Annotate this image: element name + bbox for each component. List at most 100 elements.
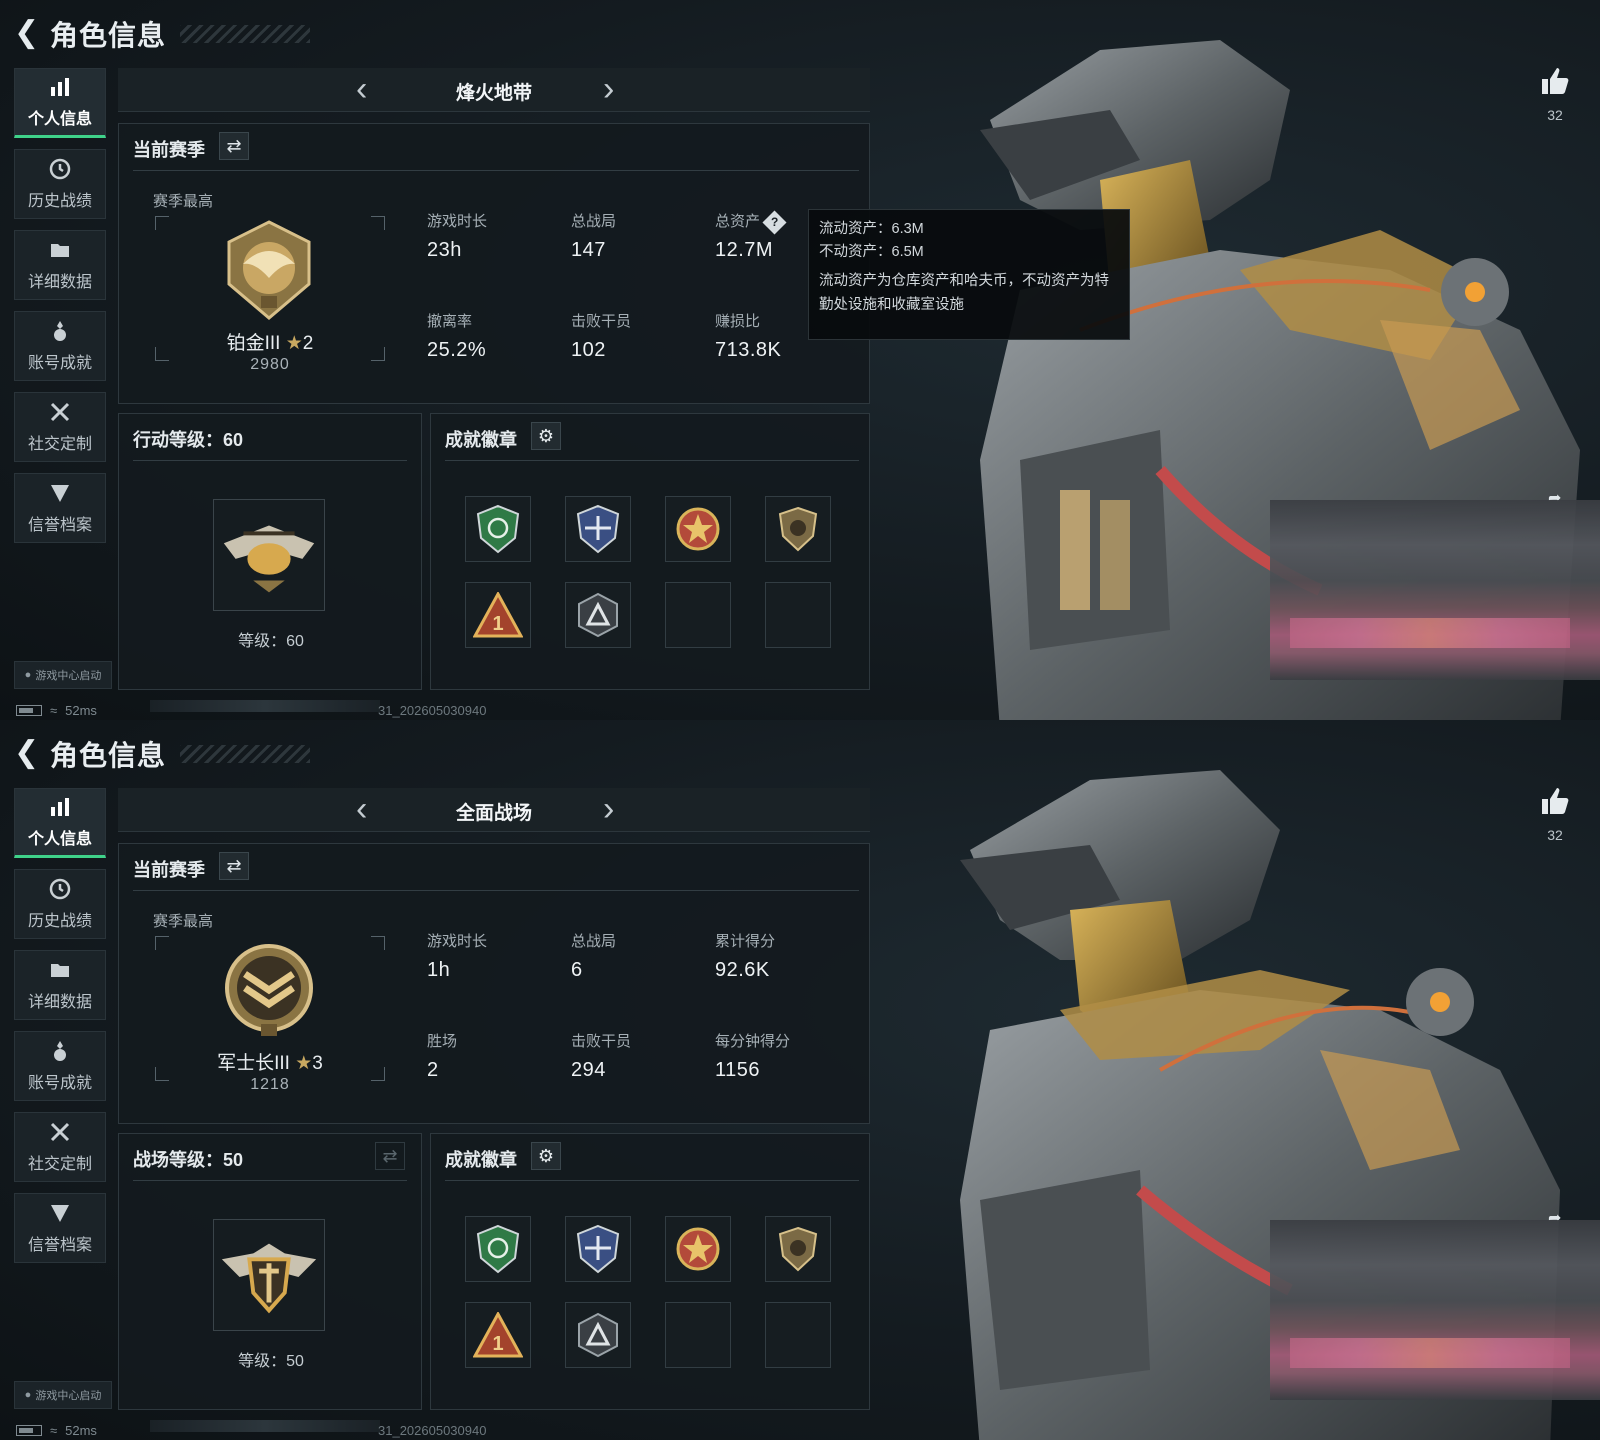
sidebar-item-personal-info[interactable]: 个人信息 bbox=[14, 788, 106, 858]
character-info-screen-battlefield: ❮ 角色信息 个人信息 历史战绩 详细数据 账号成就 社交定制 信誉档案 ● 游… bbox=[0, 720, 1600, 1440]
badge-red-triangle[interactable]: 1 bbox=[465, 1302, 531, 1368]
sidebar: 个人信息 历史战绩 详细数据 账号成就 社交定制 信誉档案 bbox=[14, 788, 106, 1274]
badge-red-star[interactable] bbox=[665, 496, 731, 562]
wifi-icon: ≈ bbox=[50, 1423, 58, 1438]
mode-title: 烽火地带 bbox=[455, 83, 532, 104]
stat-operators-defeated: 击败干员 294 bbox=[571, 1033, 632, 1081]
helicopter-level-icon bbox=[213, 499, 325, 611]
build-info-bar bbox=[150, 1420, 380, 1432]
thumbs-up-icon[interactable] bbox=[1538, 64, 1572, 98]
build-id: 31_202605030940 bbox=[378, 1423, 487, 1438]
badge-green-shield[interactable] bbox=[465, 496, 531, 562]
badge-empty-slot[interactable] bbox=[765, 582, 831, 648]
rank-name: 军士长III ★3 bbox=[217, 1053, 323, 1074]
gear-icon[interactable]: ⚙ bbox=[531, 422, 561, 450]
mode-switcher: ‹ 烽火地带 › bbox=[118, 68, 870, 112]
divider bbox=[133, 170, 859, 171]
sidebar-item-personal-info[interactable]: 个人信息 bbox=[14, 68, 106, 138]
gear-icon[interactable]: ⚙ bbox=[531, 1142, 561, 1170]
winged-shield-level-icon bbox=[213, 1219, 325, 1331]
sidebar: 个人信息 历史战绩 详细数据 账号成就 社交定制 信誉档案 bbox=[14, 68, 106, 554]
status-bar: ≈ 52ms bbox=[16, 703, 97, 718]
mode-switcher: ‹ 全面战场 › bbox=[118, 788, 870, 832]
game-center-launch-button[interactable]: ● 游戏中心启动 bbox=[14, 661, 112, 689]
sidebar-item-label: 社交定制 bbox=[27, 1156, 92, 1173]
badge-bronze-shield[interactable] bbox=[765, 496, 831, 562]
back-arrow-icon[interactable]: ❮ bbox=[14, 18, 40, 48]
sidebar-item-history[interactable]: 历史战绩 bbox=[14, 869, 106, 939]
badge-red-star[interactable] bbox=[665, 1216, 731, 1282]
page-header: ❮ 角色信息 bbox=[14, 734, 311, 774]
badge-empty-slot[interactable] bbox=[765, 1302, 831, 1368]
back-arrow-icon[interactable]: ❮ bbox=[14, 738, 40, 768]
tools-icon bbox=[50, 1122, 70, 1142]
like-count: 32 bbox=[1547, 107, 1563, 123]
assets-tooltip: 流动资产：6.3M 不动资产：6.5M 流动资产为仓库资产和哈夫币，不动资产为特… bbox=[808, 209, 1130, 340]
sidebar-item-label: 个人信息 bbox=[27, 111, 92, 128]
sidebar-item-label: 详细数据 bbox=[27, 274, 92, 291]
season-title: 当前赛季 bbox=[133, 140, 205, 160]
badge-red-triangle[interactable]: 1 bbox=[465, 582, 531, 648]
game-center-label: 游戏中心启动 bbox=[35, 1390, 102, 1402]
page-title: 角色信息 bbox=[50, 740, 167, 771]
badge-empty-slot[interactable] bbox=[665, 1302, 731, 1368]
level-title: 行动等级：60 bbox=[133, 430, 244, 450]
star-icon: ★ bbox=[295, 1053, 313, 1074]
badge-green-shield[interactable] bbox=[465, 1216, 531, 1282]
star-icon: ★ bbox=[285, 333, 303, 354]
stat-total-matches: 总战局 147 bbox=[571, 213, 617, 261]
sidebar-item-detail-data[interactable]: 详细数据 bbox=[14, 950, 106, 1020]
sergeant-chevron-rank-icon bbox=[225, 944, 313, 1036]
medal-icon bbox=[54, 321, 66, 341]
folder-icon bbox=[51, 244, 69, 257]
like-count: 32 bbox=[1547, 827, 1563, 843]
sidebar-item-credit-record[interactable]: 信誉档案 bbox=[14, 1193, 106, 1263]
divider bbox=[133, 890, 859, 891]
sidebar-item-detail-data[interactable]: 详细数据 bbox=[14, 230, 106, 300]
rank-box: 铂金III ★2 2980 bbox=[155, 216, 385, 373]
rank-box: 军士长III ★3 1218 bbox=[155, 936, 385, 1093]
build-info-bar bbox=[150, 700, 380, 712]
bar-chart-icon bbox=[51, 78, 69, 96]
sidebar-item-label: 社交定制 bbox=[27, 436, 92, 453]
season-panel: 当前赛季 ⇄ 赛季最高 铂金III ★2 2980 游戏时长 23h 总战局 147… bbox=[118, 123, 870, 404]
svg-text:1: 1 bbox=[492, 1333, 503, 1355]
liquid-assets-line: 流动资产：6.3M bbox=[819, 221, 924, 237]
sidebar-item-label: 历史战绩 bbox=[27, 193, 92, 210]
sidebar-item-label: 历史战绩 bbox=[27, 913, 92, 930]
badge-empty-slot[interactable] bbox=[665, 582, 731, 648]
level-title: 战场等级：50 bbox=[133, 1150, 244, 1170]
sidebar-item-social-custom[interactable]: 社交定制 bbox=[14, 392, 106, 462]
history-clock-icon bbox=[49, 158, 71, 180]
badge-blue-wings[interactable] bbox=[565, 1216, 631, 1282]
badge-bronze-shield[interactable] bbox=[765, 1216, 831, 1282]
badge-dark-triangle[interactable] bbox=[565, 582, 631, 648]
next-mode-arrow-icon[interactable]: › bbox=[603, 792, 614, 826]
game-center-launch-button[interactable]: ● 游戏中心启动 bbox=[14, 1381, 112, 1409]
svg-text:1: 1 bbox=[492, 613, 503, 635]
blurred-overlay bbox=[1270, 1220, 1600, 1400]
thumbs-up-icon[interactable] bbox=[1538, 784, 1572, 818]
next-mode-arrow-icon[interactable]: › bbox=[603, 72, 614, 106]
stat-total-score: 累计得分 92.6K bbox=[715, 933, 776, 981]
swap-level-icon[interactable]: ⇄ bbox=[375, 1142, 405, 1170]
sidebar-item-label: 信誉档案 bbox=[27, 517, 92, 534]
badge-dark-triangle[interactable] bbox=[565, 1302, 631, 1368]
swap-season-button[interactable]: ⇄ bbox=[219, 852, 249, 880]
sidebar-item-achievements[interactable]: 账号成就 bbox=[14, 1031, 106, 1101]
help-question-icon[interactable]: ? bbox=[762, 210, 787, 235]
sidebar-item-history[interactable]: 历史战绩 bbox=[14, 149, 106, 219]
sidebar-item-achievements[interactable]: 账号成就 bbox=[14, 311, 106, 381]
platinum-eagle-rank-icon bbox=[227, 220, 311, 320]
rank-name: 铂金III ★2 bbox=[226, 333, 314, 354]
badge-blue-wings[interactable] bbox=[565, 496, 631, 562]
stat-play-time: 游戏时长 1h bbox=[427, 933, 488, 981]
history-clock-icon bbox=[49, 878, 71, 900]
stat-extraction-rate: 撤离率 25.2% bbox=[427, 313, 487, 361]
sidebar-item-social-custom[interactable]: 社交定制 bbox=[14, 1112, 106, 1182]
sidebar-item-label: 个人信息 bbox=[27, 831, 92, 848]
rank-score: 1218 bbox=[250, 1076, 290, 1093]
sidebar-item-credit-record[interactable]: 信誉档案 bbox=[14, 473, 106, 543]
tools-icon bbox=[50, 402, 70, 422]
swap-season-button[interactable]: ⇄ bbox=[219, 132, 249, 160]
